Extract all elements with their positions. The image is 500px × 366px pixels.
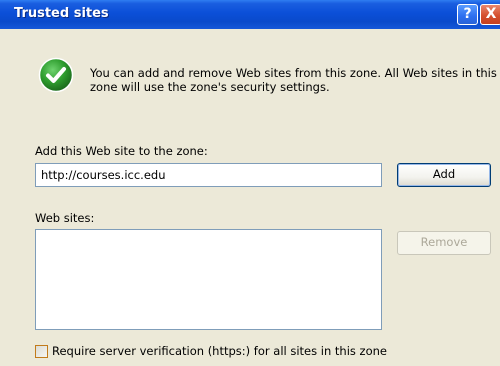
https-checkbox-label[interactable]: Require server verification (https:) for…	[52, 344, 387, 358]
window-title: Trusted sites	[14, 6, 109, 21]
green-check-icon	[38, 57, 74, 93]
add-button[interactable]: Add	[397, 163, 491, 187]
help-icon: ?	[463, 6, 472, 22]
title-bar[interactable]: Trusted sites ? X	[0, 0, 500, 29]
websites-label: Web sites:	[35, 211, 95, 225]
close-icon: X	[485, 6, 497, 22]
intro-text: You can add and remove Web sites from th…	[90, 66, 497, 94]
remove-button[interactable]: Remove	[397, 231, 491, 255]
trusted-sites-dialog: Trusted sites ? X You can add and remove…	[0, 0, 500, 366]
help-button[interactable]: ?	[457, 4, 478, 25]
https-verification-option[interactable]: Require server verification (https:) for…	[35, 344, 387, 358]
websites-list[interactable]	[35, 229, 382, 330]
close-button[interactable]: X	[480, 4, 500, 25]
add-site-label: Add this Web site to the zone:	[35, 144, 208, 158]
add-site-input[interactable]	[35, 163, 382, 187]
https-checkbox[interactable]	[35, 344, 48, 358]
